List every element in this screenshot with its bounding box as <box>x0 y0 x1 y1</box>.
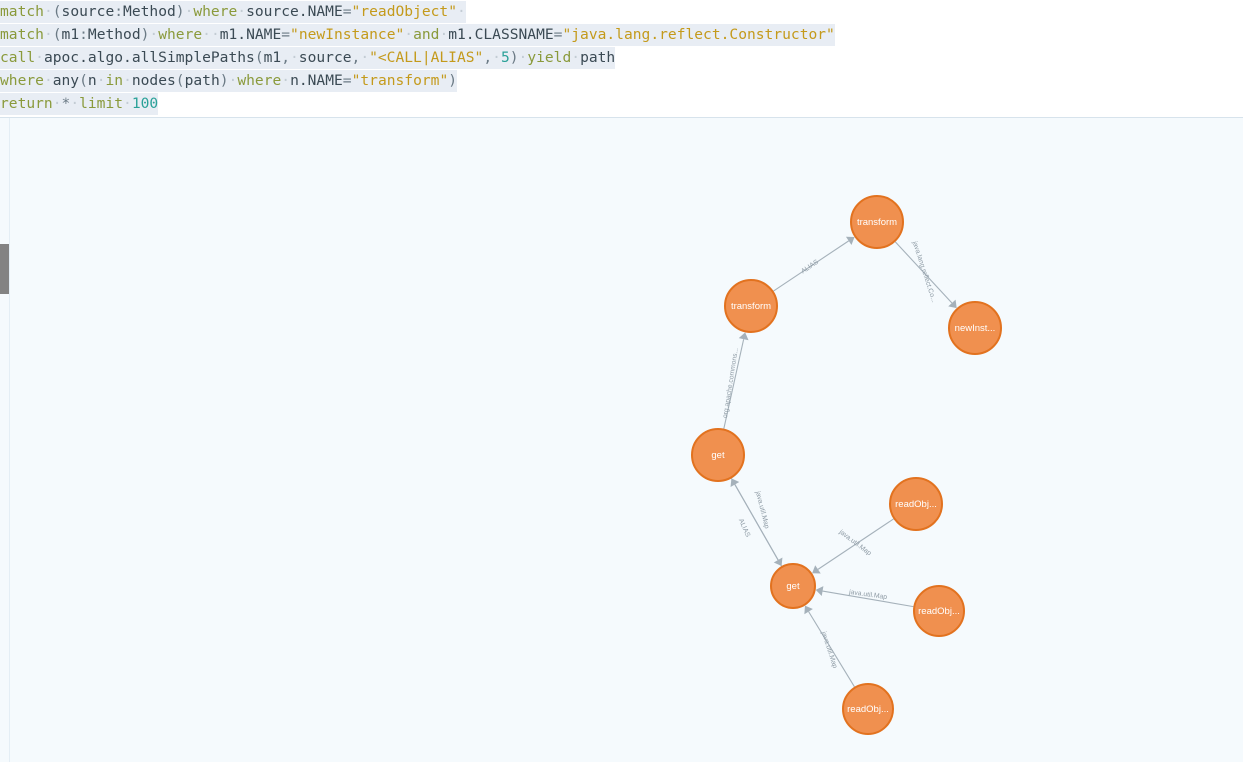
relationship-arrow-icon <box>738 332 749 341</box>
node-caption: get <box>786 581 800 592</box>
code-line[interactable]: return·*·limit·100 <box>0 92 1243 115</box>
graph-node[interactable]: get <box>691 428 745 482</box>
relationship-type-label: ALIAS <box>800 258 820 275</box>
code-line[interactable]: call·apoc.algo.allSimplePaths(m1,·source… <box>0 46 1243 69</box>
graph-relationship[interactable]: ALIAS <box>773 236 855 292</box>
code-line-content-2: match·(m1:Method)·where··m1.NAME="newIns… <box>0 24 835 46</box>
relationship-arrow-icon <box>804 605 813 615</box>
code-line-content-3: call·apoc.algo.allSimplePaths(m1,·source… <box>0 47 616 69</box>
relationship-type-label: java.util.Map <box>754 490 770 530</box>
relationship-type-label: ALIAS <box>737 518 751 539</box>
code-line-content-1: match·(source:Method)·where·source.NAME=… <box>0 1 466 23</box>
graph-vertical-scrollbar-track[interactable] <box>0 118 9 762</box>
node-caption: transform <box>857 217 897 228</box>
relationship-arrow-icon <box>815 586 824 596</box>
graph-relationship[interactable]: java.util.Map <box>812 518 894 574</box>
relationship-arrow-icon <box>812 565 821 574</box>
node-caption: transform <box>731 301 771 312</box>
graph-relationship[interactable]: java.util.Map <box>804 605 855 688</box>
node-caption: readObj... <box>847 704 889 715</box>
graph-node[interactable]: readObj... <box>913 585 965 637</box>
code-line-content-4: where·any(n·in·nodes(path)·where·n.NAME=… <box>0 70 458 92</box>
graph-node[interactable]: readObj... <box>842 683 894 735</box>
code-line[interactable]: match·(source:Method)·where·source.NAME=… <box>0 0 1243 23</box>
code-line-content-5: return·*·limit·100 <box>0 93 159 115</box>
node-layer: transform transform newInst... get readObj..… <box>691 195 1002 735</box>
graph-relationship[interactable]: java.util.Map <box>815 586 914 608</box>
graph-relationship[interactable]: java.lang.reflect.Co... <box>894 240 957 309</box>
graph-node[interactable]: readObj... <box>889 477 943 531</box>
graph-panel-left-edge <box>9 118 10 762</box>
node-caption: readObj... <box>918 606 960 617</box>
relationship-arrow-icon <box>773 557 783 567</box>
graph-canvas[interactable]: ALIAS java.lang.reflect.Co... org.apache.c… <box>0 118 1243 762</box>
graph-node[interactable]: get <box>770 563 816 609</box>
node-caption: readObj... <box>895 499 937 510</box>
relationship-arrow-icon <box>845 236 855 246</box>
code-line[interactable]: match·(m1:Method)·where··m1.NAME="newIns… <box>0 23 1243 46</box>
relationship-type-label: java.util.Map <box>819 630 838 670</box>
relationship-type-label: org.apache.commons... <box>722 347 740 418</box>
node-caption: get <box>711 450 725 461</box>
graph-node[interactable]: transform <box>724 279 778 333</box>
cypher-query-editor[interactable]: match·(source:Method)·where·source.NAME=… <box>0 0 1243 118</box>
graph-node[interactable]: newInst... <box>948 301 1002 355</box>
code-line[interactable]: where·any(n·in·nodes(path)·where·n.NAME=… <box>0 69 1243 92</box>
relationship-type-label: java.lang.reflect.Co... <box>910 240 937 304</box>
graph-node[interactable]: transform <box>850 195 904 249</box>
graph-vertical-scrollbar-thumb[interactable] <box>0 244 9 294</box>
node-caption: newInst... <box>955 323 996 334</box>
graph-visualization-panel[interactable]: ALIAS java.lang.reflect.Co... org.apache.c… <box>0 118 1243 762</box>
graph-relationship[interactable]: org.apache.commons... <box>722 332 749 429</box>
